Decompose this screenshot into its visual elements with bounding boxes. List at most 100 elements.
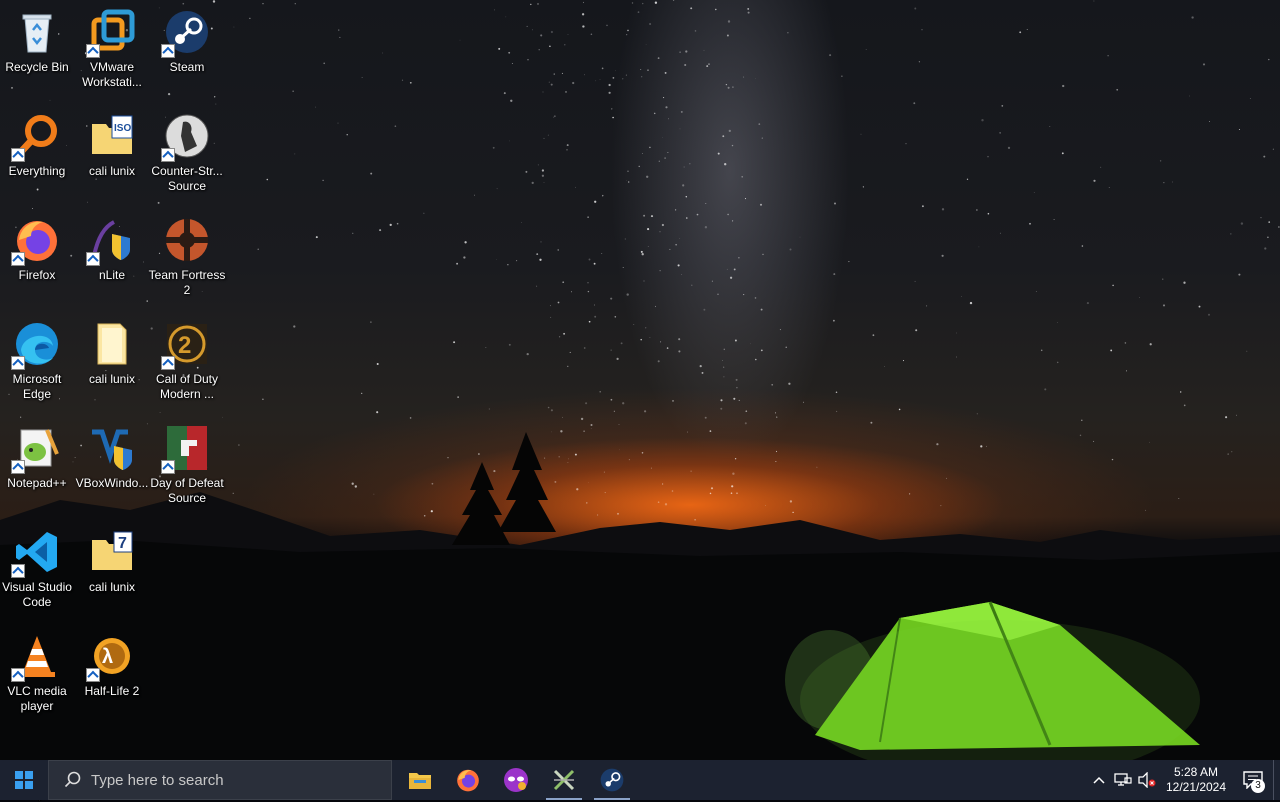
firefox-icon bbox=[457, 769, 479, 792]
desktop-icon-label: VLC media player bbox=[7, 684, 67, 713]
clock-time: 5:28 AM bbox=[1173, 765, 1219, 779]
virtualbox-icon bbox=[86, 422, 138, 474]
desktop-icon-label: VBoxWindo... bbox=[75, 476, 149, 490]
7zip-folder-icon: 7 bbox=[86, 526, 138, 578]
shortcut-arrow-icon bbox=[161, 148, 175, 162]
shortcut-arrow-icon bbox=[161, 460, 175, 474]
shortcut-arrow-icon bbox=[11, 564, 25, 578]
search-input[interactable] bbox=[89, 770, 383, 790]
svg-text:7: 7 bbox=[118, 535, 127, 552]
mask-app-icon bbox=[504, 768, 528, 792]
desktop-icon-label: Visual Studio Code bbox=[2, 580, 72, 609]
shortcut-arrow-icon bbox=[86, 44, 100, 58]
team-fortress-icon bbox=[161, 214, 213, 266]
desktop-icon-cali-lunix-7z[interactable]: 7 cali lunix bbox=[75, 526, 149, 595]
everything-search-icon bbox=[11, 110, 63, 162]
tools-icon bbox=[553, 769, 575, 791]
edge-icon bbox=[11, 318, 63, 370]
desktop-icon-vscode[interactable]: Visual Studio Code bbox=[0, 526, 74, 610]
desktop-icon-vmware[interactable]: VMware Workstati... bbox=[75, 6, 149, 90]
desktop-icon-label: Microsoft Edge bbox=[12, 372, 62, 401]
iso-folder-icon: ISO bbox=[86, 110, 138, 162]
desktop-icon-label: Team Fortress 2 bbox=[148, 268, 226, 297]
shortcut-arrow-icon bbox=[161, 356, 175, 370]
shortcut-arrow-icon bbox=[11, 460, 25, 474]
folder-icon bbox=[86, 318, 138, 370]
shortcut-arrow-icon bbox=[11, 668, 25, 682]
taskbar-app-file-explorer[interactable] bbox=[396, 760, 444, 800]
taskbar-search-box[interactable] bbox=[48, 760, 392, 800]
shortcut-arrow-icon bbox=[86, 668, 100, 682]
shortcut-arrow-icon bbox=[11, 356, 25, 370]
windows-logo-icon bbox=[15, 771, 33, 789]
taskbar-app-steam[interactable] bbox=[588, 760, 636, 800]
shortcut-arrow-icon bbox=[86, 252, 100, 266]
shortcut-arrow-icon bbox=[11, 148, 25, 162]
desktop-icon-label: nLite bbox=[98, 268, 126, 282]
desktop-icon-label: Firefox bbox=[18, 268, 56, 282]
shortcut-arrow-icon bbox=[11, 252, 25, 266]
desktop-icon-half-life-2[interactable]: λ Half-Life 2 bbox=[75, 630, 149, 699]
taskbar-app-firefox[interactable] bbox=[444, 760, 492, 800]
volume-button[interactable] bbox=[1135, 760, 1159, 800]
svg-text:ISO: ISO bbox=[114, 123, 131, 134]
desktop-icon-day-of-defeat[interactable]: Day of Defeat Source bbox=[150, 422, 224, 506]
system-tray: 5:28 AM 12/21/2024 3 bbox=[1087, 760, 1280, 800]
steam-icon bbox=[161, 6, 213, 58]
desktop-icon-label: Day of Defeat Source bbox=[150, 476, 224, 505]
firefox-icon bbox=[11, 214, 63, 266]
vscode-icon bbox=[11, 526, 63, 578]
vlc-icon bbox=[11, 630, 63, 682]
clock-date: 12/21/2024 bbox=[1165, 780, 1227, 794]
desktop-icon-label: VMware Workstati... bbox=[82, 60, 142, 89]
start-button[interactable] bbox=[0, 760, 48, 800]
call-of-duty-icon: 2 bbox=[161, 318, 213, 370]
desktop-icon-team-fortress-2[interactable]: Team Fortress 2 bbox=[148, 214, 226, 298]
action-center-button[interactable]: 3 bbox=[1233, 760, 1273, 800]
desktop-icon-vboxwindows[interactable]: VBoxWindo... bbox=[75, 422, 149, 491]
desktop-icon-cali-lunix-folder[interactable]: cali lunix bbox=[75, 318, 149, 387]
taskbar-app-tools[interactable] bbox=[540, 760, 588, 800]
desktop-icon-cali-lunix-iso[interactable]: ISO cali lunix bbox=[75, 110, 149, 179]
desktop-icon-edge[interactable]: Microsoft Edge bbox=[0, 318, 74, 402]
taskbar-clock[interactable]: 5:28 AM 12/21/2024 bbox=[1159, 765, 1233, 795]
vmware-icon bbox=[86, 6, 138, 58]
chevron-up-icon bbox=[1093, 776, 1105, 784]
notification-count-badge: 3 bbox=[1251, 779, 1265, 793]
svg-text:λ: λ bbox=[102, 646, 113, 668]
counter-strike-icon bbox=[161, 110, 213, 162]
desktop-icon-call-of-duty[interactable]: 2 Call of Duty Modern ... bbox=[150, 318, 224, 402]
desktop-icon-firefox[interactable]: Firefox bbox=[0, 214, 74, 283]
taskbar: 5:28 AM 12/21/2024 3 bbox=[0, 760, 1280, 800]
taskbar-app-mask[interactable] bbox=[492, 760, 540, 800]
shortcut-arrow-icon bbox=[161, 44, 175, 58]
show-hidden-icons-button[interactable] bbox=[1087, 760, 1111, 800]
steam-icon bbox=[600, 768, 624, 792]
desktop-icon-steam[interactable]: Steam bbox=[150, 6, 224, 75]
desktop-icon-label: cali lunix bbox=[88, 580, 136, 594]
desktop-icon-recycle-bin[interactable]: Recycle Bin bbox=[0, 6, 74, 75]
file-explorer-icon bbox=[409, 773, 431, 789]
desktop-icon-label: cali lunix bbox=[88, 164, 136, 178]
notepad-plus-plus-icon bbox=[11, 422, 63, 474]
desktop-icon-label: Call of Duty Modern ... bbox=[155, 372, 219, 401]
desktop-icon-nlite[interactable]: nLite bbox=[75, 214, 149, 283]
desktop-icon-label: cali lunix bbox=[88, 372, 136, 386]
half-life-icon: λ bbox=[86, 630, 138, 682]
day-of-defeat-icon bbox=[161, 422, 213, 474]
network-icon bbox=[1114, 773, 1132, 786]
desktop-icon-counter-strike[interactable]: Counter-Str... Source bbox=[150, 110, 224, 194]
desktop-icon-label: Everything bbox=[8, 164, 66, 178]
desktop-icon-everything[interactable]: Everything bbox=[0, 110, 74, 179]
desktop-icon-vlc[interactable]: VLC media player bbox=[0, 630, 74, 714]
svg-text:2: 2 bbox=[178, 332, 191, 359]
nlite-icon bbox=[86, 214, 138, 266]
desktop-icon-label: Counter-Str... Source bbox=[151, 164, 223, 193]
search-icon bbox=[59, 771, 87, 789]
desktop-icon-notepad-plus-plus[interactable]: Notepad++ bbox=[0, 422, 74, 491]
desktop-icon-label: Half-Life 2 bbox=[84, 684, 140, 698]
network-button[interactable] bbox=[1111, 760, 1135, 800]
recycle-bin-icon bbox=[11, 6, 63, 58]
desktop-icon-label: Recycle Bin bbox=[5, 60, 69, 74]
show-desktop-button[interactable] bbox=[1273, 760, 1280, 800]
